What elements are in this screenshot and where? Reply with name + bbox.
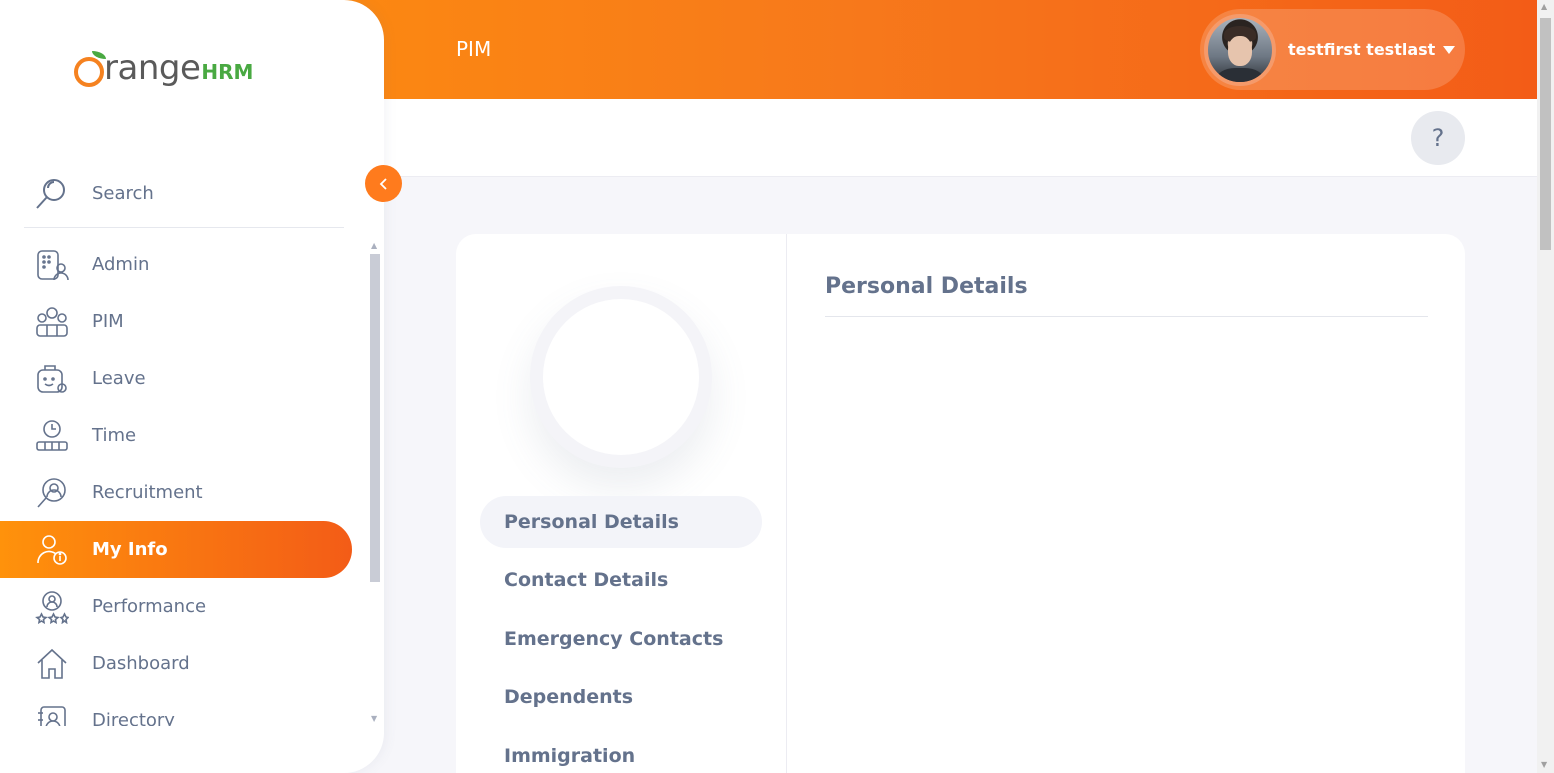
caret-down-icon bbox=[1443, 45, 1456, 54]
help-button[interactable]: ? bbox=[1411, 111, 1465, 165]
sidebar-item-label: Leave bbox=[92, 368, 146, 389]
recruitment-icon bbox=[34, 475, 70, 511]
sidebar-menu: Admin PIM Leave Time Recruitment My Info… bbox=[0, 236, 368, 726]
sub-header bbox=[384, 99, 1537, 177]
sidebar-item-label: My Info bbox=[92, 539, 168, 560]
tab-personal-details[interactable]: Personal Details bbox=[480, 496, 762, 548]
chevron-left-icon bbox=[379, 177, 387, 190]
search-input[interactable]: Search bbox=[92, 183, 154, 204]
scroll-down-icon[interactable]: ▼ bbox=[371, 714, 377, 723]
sidebar-item-label: Admin bbox=[92, 254, 150, 275]
user-avatar bbox=[1204, 13, 1276, 86]
admin-icon bbox=[34, 247, 70, 283]
sidebar: range HRM Search Admin PIM Leave Time Re… bbox=[0, 0, 384, 773]
profile-picture-frame bbox=[530, 286, 712, 468]
scroll-up-icon[interactable]: ▲ bbox=[371, 241, 377, 250]
sidebar-item-label: PIM bbox=[92, 311, 124, 332]
sidebar-item-performance[interactable]: Performance bbox=[0, 578, 368, 635]
user-name: testfirst testlast bbox=[1288, 40, 1436, 59]
tab-dependents[interactable]: Dependents bbox=[480, 671, 762, 723]
sidebar-item-directory[interactable]: Directory bbox=[0, 692, 368, 726]
tab-emergency-contacts[interactable]: Emergency Contacts bbox=[480, 613, 762, 665]
profile-picture[interactable] bbox=[543, 299, 699, 455]
page-scroll-thumb[interactable] bbox=[1540, 18, 1551, 250]
sidebar-scroll-thumb[interactable] bbox=[370, 254, 380, 582]
sidebar-item-label: Recruitment bbox=[92, 482, 203, 503]
orange-logo-icon bbox=[74, 51, 106, 87]
user-dropdown[interactable]: testfirst testlast bbox=[1200, 9, 1465, 90]
sidebar-item-recruitment[interactable]: Recruitment bbox=[0, 464, 368, 521]
sidebar-item-dashboard[interactable]: Dashboard bbox=[0, 635, 368, 692]
profile-tabs-panel: Personal Details Contact Details Emergen… bbox=[456, 234, 787, 773]
content-card: Personal Details Contact Details Emergen… bbox=[456, 234, 1465, 773]
section-title: Personal Details bbox=[825, 274, 1028, 299]
my-info-icon bbox=[34, 532, 70, 568]
sidebar-search[interactable]: Search bbox=[24, 160, 344, 228]
sidebar-item-leave[interactable]: Leave bbox=[0, 350, 368, 407]
sidebar-collapse-button[interactable] bbox=[365, 165, 402, 202]
divider bbox=[825, 316, 1428, 317]
performance-icon bbox=[34, 589, 70, 625]
tab-contact-details[interactable]: Contact Details bbox=[480, 554, 762, 606]
sidebar-item-time[interactable]: Time bbox=[0, 407, 368, 464]
search-icon bbox=[34, 176, 70, 212]
sidebar-item-my-info[interactable]: My Info bbox=[0, 521, 352, 578]
time-icon bbox=[34, 418, 70, 454]
pim-icon bbox=[34, 304, 70, 340]
sidebar-item-admin[interactable]: Admin bbox=[0, 236, 368, 293]
sidebar-item-label: Dashboard bbox=[92, 653, 190, 674]
sidebar-item-label: Directory bbox=[92, 710, 175, 726]
module-title: PIM bbox=[456, 37, 492, 61]
page-scroll-down-icon[interactable]: ▼ bbox=[1541, 760, 1547, 769]
dashboard-icon bbox=[34, 646, 70, 682]
tab-immigration[interactable]: Immigration bbox=[480, 730, 762, 773]
page-scroll-up-icon[interactable]: ▲ bbox=[1541, 2, 1547, 11]
leave-icon bbox=[34, 361, 70, 397]
directory-icon bbox=[34, 703, 70, 726]
sidebar-item-label: Performance bbox=[92, 596, 207, 617]
brand-logo[interactable]: range HRM bbox=[74, 48, 253, 88]
sidebar-item-label: Time bbox=[92, 425, 137, 446]
sidebar-item-pim[interactable]: PIM bbox=[0, 293, 368, 350]
